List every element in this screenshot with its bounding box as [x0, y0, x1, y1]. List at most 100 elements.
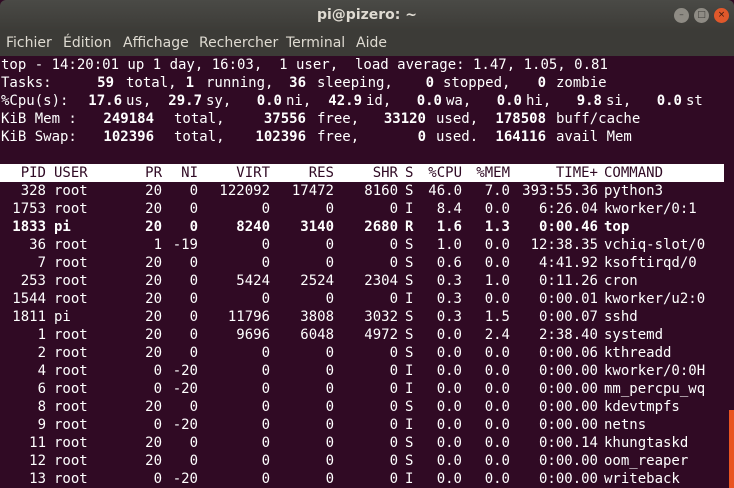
col-ni[interactable]: NI [181, 164, 198, 182]
cell-ni: -20 [172, 363, 198, 379]
cell-ni: 0 [189, 345, 198, 361]
cell-command: writeback [604, 471, 680, 487]
cell-command: kworker/0:1 [604, 201, 697, 217]
cell-shr: 0 [389, 417, 398, 433]
cell-time: 0:00.00 [538, 399, 598, 415]
col-time[interactable]: TIME+ [556, 164, 598, 182]
col-mem[interactable]: %MEM [476, 164, 510, 182]
col-pid[interactable]: PID [21, 164, 46, 182]
process-row[interactable]: 1544 root 20 0 0 0 0 I 0.3 0.0 0:00.01 kworker/u2:0 [0, 290, 724, 308]
process-row[interactable]: 328 root 20 0 122092 17472 8160 S 46.0 7.0 393:55.… [0, 182, 724, 200]
cell-pr: 20 [145, 309, 162, 325]
cell-shr: 0 [389, 471, 398, 487]
minimize-button[interactable]: – [674, 8, 689, 23]
menu-edition[interactable]: Édition [63, 35, 111, 51]
process-row[interactable]: 7 root 20 0 0 0 0 S 0.6 0.0 4:41.92 ksoftirqd/0 [0, 254, 724, 272]
cpu-line: %Cpu(s): 17.6 us, 29.7 sy, 0.0 ni, 42.9 … [1, 93, 703, 109]
cell-cpu: 0.0 [436, 381, 462, 397]
process-row[interactable]: 253 root 20 0 5424 2524 2304 S 0.3 1.0 0:11.26 cron [0, 272, 724, 290]
cell-ni: 0 [189, 201, 198, 217]
cell-state: S [405, 309, 414, 325]
cell-pid: 1833 [12, 219, 46, 235]
cell-time: 0:00.00 [538, 453, 598, 469]
process-row[interactable]: 1811 pi 20 0 11796 3808 3032 S 0.3 1.5 0:00.07 sshd [0, 308, 724, 326]
cell-mem: 0.0 [484, 399, 510, 415]
cell-cpu: 0.0 [436, 435, 462, 451]
tasks-line: Tasks: 59 total, 1 running, 36 sleeping,… [1, 75, 607, 91]
cell-pid: 4 [37, 363, 46, 379]
menu-aide[interactable]: Aide [356, 35, 387, 51]
cell-virt: 0 [261, 201, 270, 217]
close-button[interactable]: × [714, 8, 729, 23]
cell-pid: 13 [29, 471, 46, 487]
cell-res: 0 [325, 453, 334, 469]
menu-affichage[interactable]: Affichage [123, 35, 189, 51]
cell-shr: 4972 [364, 327, 398, 343]
menu-terminal[interactable]: Terminal [286, 35, 345, 51]
cell-mem: 0.0 [484, 435, 510, 451]
cell-cpu: 0.3 [436, 309, 462, 325]
cell-shr: 8160 [364, 183, 398, 199]
cell-res: 0 [325, 237, 334, 253]
terminal-area[interactable]: top - 14:20:01 up 1 day, 16:03, 1 user, … [0, 56, 734, 488]
cell-user: root [54, 345, 88, 361]
process-row[interactable]: 8 root 20 0 0 0 0 S 0.0 0.0 0:00.00 kdevtmpfs [0, 398, 724, 416]
cell-ni: 0 [189, 255, 198, 271]
cell-mem: 0.0 [484, 363, 510, 379]
process-row[interactable]: 1 root 20 0 9696 6048 4972 S 0.0 2.4 2:38.40 system… [0, 326, 724, 344]
cell-cpu: 0.3 [436, 291, 462, 307]
cell-res: 0 [325, 255, 334, 271]
tasks-total: 59 [97, 75, 114, 91]
cell-user: root [54, 255, 88, 271]
cell-mem: 1.0 [484, 273, 510, 289]
process-row[interactable]: 2 root 20 0 0 0 0 S 0.0 0.0 0:00.06 kthreadd [0, 344, 724, 362]
col-command[interactable]: COMMAND [604, 164, 663, 182]
process-row[interactable]: 36 root 1 -19 0 0 0 S 1.0 0.0 12:38.35 vchiq-slot/0 [0, 236, 724, 254]
maximize-button[interactable]: □ [694, 8, 709, 23]
cell-virt: 0 [261, 291, 270, 307]
cell-ni: 0 [189, 291, 198, 307]
cell-cpu: 0.0 [436, 363, 462, 379]
process-row[interactable]: 1833 pi 20 0 8240 3140 2680 R 1.6 1.3 0:00.46 top [0, 218, 724, 236]
process-row[interactable]: 13 root 0 -20 0 0 0 I 0.0 0.0 0:00.00 writeback [0, 470, 724, 488]
menu-fichier[interactable]: Fichier [6, 35, 52, 51]
scrollbar-thumb[interactable] [729, 410, 734, 488]
cell-ni: 0 [189, 435, 198, 451]
process-row[interactable]: 12 root 20 0 0 0 0 S 0.0 0.0 0:00.00 oom_reaper [0, 452, 724, 470]
col-res[interactable]: RES [309, 164, 334, 182]
col-state[interactable]: S [405, 164, 413, 182]
cell-res: 0 [325, 399, 334, 415]
cpu-id: 42.9 [328, 93, 362, 109]
mem-line: KiB Mem : 249184 total, 37556 free, 3312… [1, 111, 641, 127]
col-user[interactable]: USER [54, 164, 88, 182]
col-cpu[interactable]: %CPU [428, 164, 462, 182]
process-row[interactable]: 4 root 0 -20 0 0 0 I 0.0 0.0 0:00.00 kworker/0:0H [0, 362, 724, 380]
cell-state: I [405, 363, 414, 379]
cpu-us: 17.6 [88, 93, 122, 109]
process-row[interactable]: 1753 root 20 0 0 0 0 I 8.4 0.0 6:26.04 kworker/0:1 [0, 200, 724, 218]
cell-time: 6:26.04 [538, 201, 598, 217]
col-virt[interactable]: VIRT [236, 164, 270, 182]
cell-user: root [54, 381, 88, 397]
cell-pid: 1 [37, 327, 46, 343]
process-row[interactable]: 6 root 0 -20 0 0 0 I 0.0 0.0 0:00.00 mm_percpu_wq [0, 380, 724, 398]
process-table-header[interactable]: PID USER PR NI VIRT RES SHR S %CPU %MEM … [0, 164, 724, 182]
cell-state: I [405, 291, 414, 307]
window-titlebar[interactable]: pi@pizero: ~ – □ × [0, 0, 734, 31]
cell-time: 0:00.06 [538, 345, 598, 361]
process-row[interactable]: 9 root 0 -20 0 0 0 I 0.0 0.0 0:00.00 netns [0, 416, 724, 434]
col-pr[interactable]: PR [145, 164, 162, 182]
cell-pid: 1544 [12, 291, 46, 307]
cell-cpu: 0.0 [436, 417, 462, 433]
col-shr[interactable]: SHR [373, 164, 398, 182]
cell-shr: 0 [389, 399, 398, 415]
process-row[interactable]: 11 root 20 0 0 0 0 S 0.0 0.0 0:00.14 khungtaskd [0, 434, 724, 452]
cell-res: 2524 [300, 273, 334, 289]
cell-state: I [405, 201, 414, 217]
menu-rechercher[interactable]: Rechercher [199, 35, 278, 51]
cell-state: I [405, 471, 414, 487]
cell-shr: 3032 [364, 309, 398, 325]
cell-state: S [405, 399, 414, 415]
uptime-line: top - 14:20:01 up 1 day, 16:03, 1 user, … [1, 57, 608, 73]
cell-virt: 0 [261, 345, 270, 361]
